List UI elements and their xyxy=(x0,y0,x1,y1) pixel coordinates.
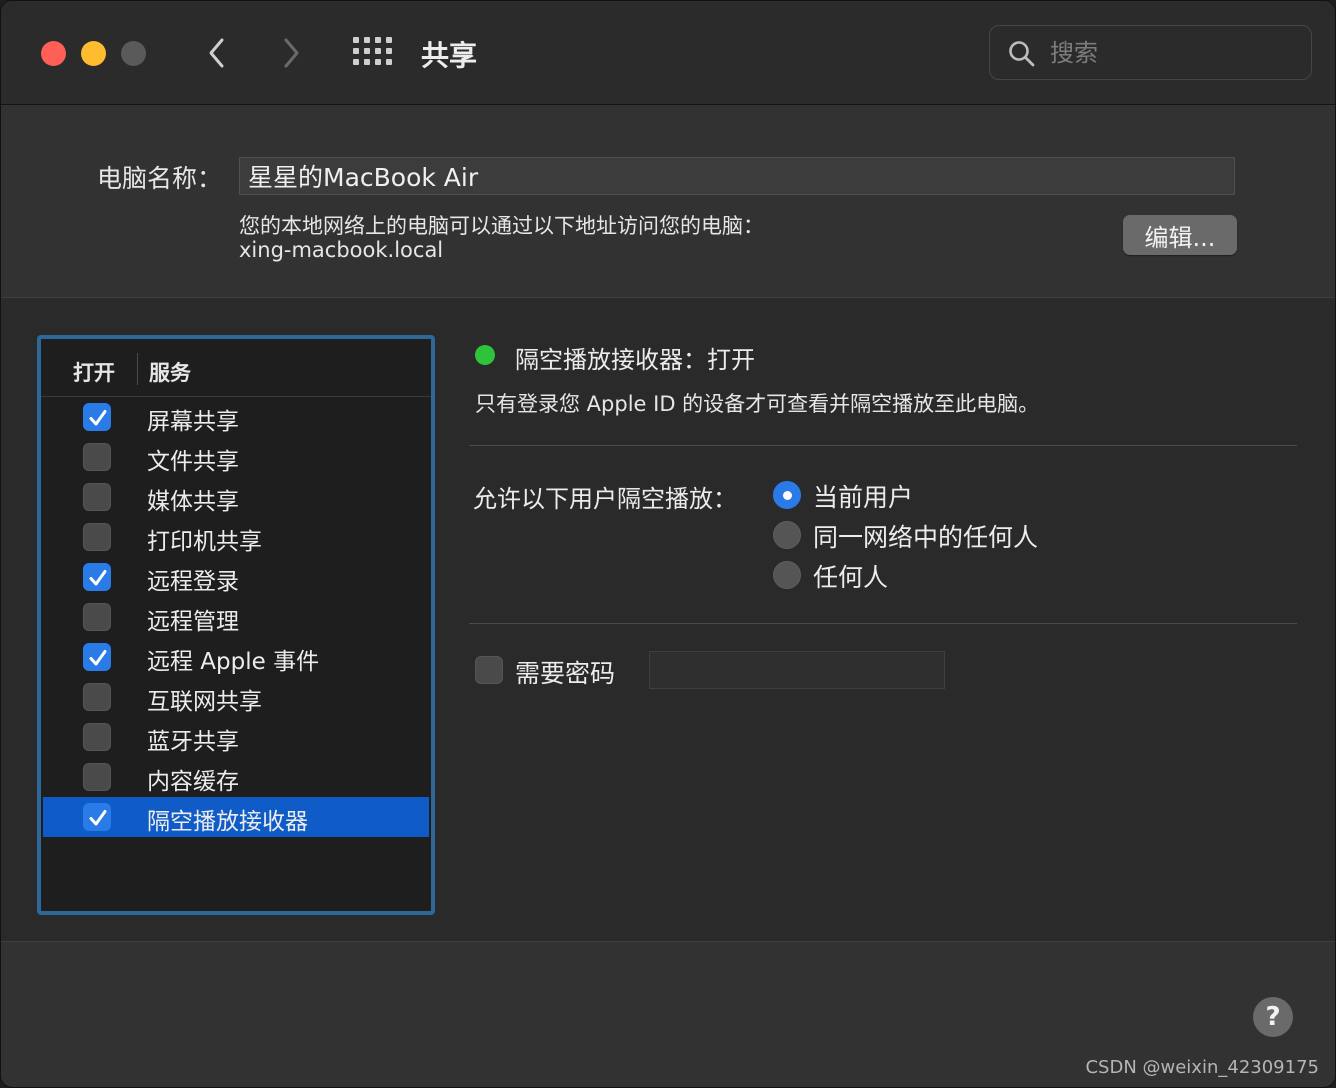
service-label: 屏幕共享 xyxy=(147,409,239,435)
search-input[interactable] xyxy=(1050,36,1290,70)
checkmark-icon xyxy=(89,650,107,666)
column-divider xyxy=(137,353,138,385)
search-icon xyxy=(1009,41,1035,67)
service-label: 隔空播放接收器 xyxy=(147,809,308,835)
checkmark-icon xyxy=(89,810,107,826)
service-list: 打开 服务 屏幕共享文件共享媒体共享打印机共享远程登录远程管理远程 Apple … xyxy=(37,335,435,915)
service-checkbox[interactable] xyxy=(83,763,111,791)
help-button[interactable]: ? xyxy=(1253,997,1293,1037)
service-row[interactable]: 远程登录 xyxy=(43,557,429,597)
edit-button[interactable]: 编辑... xyxy=(1123,215,1237,255)
service-row[interactable]: 媒体共享 xyxy=(43,477,429,517)
status-indicator-icon xyxy=(475,345,495,365)
access-radio[interactable] xyxy=(773,561,801,589)
service-checkbox[interactable] xyxy=(83,683,111,711)
forward-button[interactable] xyxy=(271,31,311,75)
service-row[interactable]: 远程管理 xyxy=(43,597,429,637)
title-bar: 共享 xyxy=(1,1,1335,105)
service-row[interactable]: 蓝牙共享 xyxy=(43,717,429,757)
close-button[interactable] xyxy=(41,41,66,66)
password-field[interactable] xyxy=(649,651,945,689)
service-checkbox[interactable] xyxy=(83,643,111,671)
watermark: CSDN @weixin_42309175 xyxy=(1085,1057,1319,1078)
checkmark-icon xyxy=(89,410,107,426)
zoom-button[interactable] xyxy=(121,41,146,66)
checkmark-icon xyxy=(89,570,107,586)
service-row[interactable]: 打印机共享 xyxy=(43,517,429,557)
window: 共享 电脑名称： 您的本地网络上的电脑可以通过以下地址访问您的电脑： xing-… xyxy=(0,0,1336,1088)
address-description: 您的本地网络上的电脑可以通过以下地址访问您的电脑： xyxy=(239,214,764,238)
service-label: 内容缓存 xyxy=(147,769,239,795)
service-row[interactable]: 内容缓存 xyxy=(43,757,429,797)
column-header-service[interactable]: 服务 xyxy=(149,357,191,387)
service-description: 只有登录您 Apple ID 的设备才可查看并隔空播放至此电脑。 xyxy=(475,392,1040,416)
service-label: 远程 Apple 事件 xyxy=(147,649,320,675)
computer-name-field[interactable] xyxy=(239,157,1235,195)
service-checkbox[interactable] xyxy=(83,563,111,591)
access-radio[interactable] xyxy=(773,521,801,549)
access-option-label[interactable]: 任何人 xyxy=(813,558,888,594)
service-label: 文件共享 xyxy=(147,449,239,475)
service-row[interactable]: 文件共享 xyxy=(43,437,429,477)
service-row[interactable]: 屏幕共享 xyxy=(43,397,429,437)
service-checkbox[interactable] xyxy=(83,603,111,631)
local-hostname: xing-macbook.local xyxy=(239,238,444,262)
search-box[interactable] xyxy=(989,25,1312,80)
service-label: 互联网共享 xyxy=(147,689,262,715)
column-header-on[interactable]: 打开 xyxy=(73,357,115,387)
service-checkbox[interactable] xyxy=(83,403,111,431)
service-label: 远程登录 xyxy=(147,569,239,595)
access-option-label[interactable]: 当前用户 xyxy=(813,478,913,514)
window-title: 共享 xyxy=(421,39,478,72)
require-password-checkbox[interactable] xyxy=(475,656,503,684)
require-password-label: 需要密码 xyxy=(515,659,616,688)
access-option-label[interactable]: 同一网络中的任何人 xyxy=(813,518,1038,554)
service-checkbox[interactable] xyxy=(83,723,111,751)
service-row[interactable]: 互联网共享 xyxy=(43,677,429,717)
show-all-grid-icon[interactable] xyxy=(353,37,393,67)
back-button[interactable] xyxy=(197,31,237,75)
divider xyxy=(469,445,1297,446)
computer-name-label: 电脑名称： xyxy=(97,164,223,193)
service-checkbox[interactable] xyxy=(83,523,111,551)
service-row[interactable]: 远程 Apple 事件 xyxy=(43,637,429,677)
service-checkbox[interactable] xyxy=(83,803,111,831)
service-checkbox[interactable] xyxy=(83,443,111,471)
service-list-header: 打开 服务 xyxy=(41,339,431,397)
service-status: 隔空播放接收器：打开 xyxy=(515,346,755,374)
service-label: 蓝牙共享 xyxy=(147,729,239,755)
service-row[interactable]: 隔空播放接收器 xyxy=(43,797,429,837)
chevron-left-icon xyxy=(209,38,224,68)
service-checkbox[interactable] xyxy=(83,483,111,511)
access-radio[interactable] xyxy=(773,481,801,509)
service-label: 远程管理 xyxy=(147,609,239,635)
divider xyxy=(469,623,1297,624)
minimize-button[interactable] xyxy=(81,41,106,66)
chevron-right-icon xyxy=(284,38,299,68)
service-label: 媒体共享 xyxy=(147,489,239,515)
allow-users-label: 允许以下用户隔空播放： xyxy=(473,485,737,513)
service-label: 打印机共享 xyxy=(147,529,262,555)
